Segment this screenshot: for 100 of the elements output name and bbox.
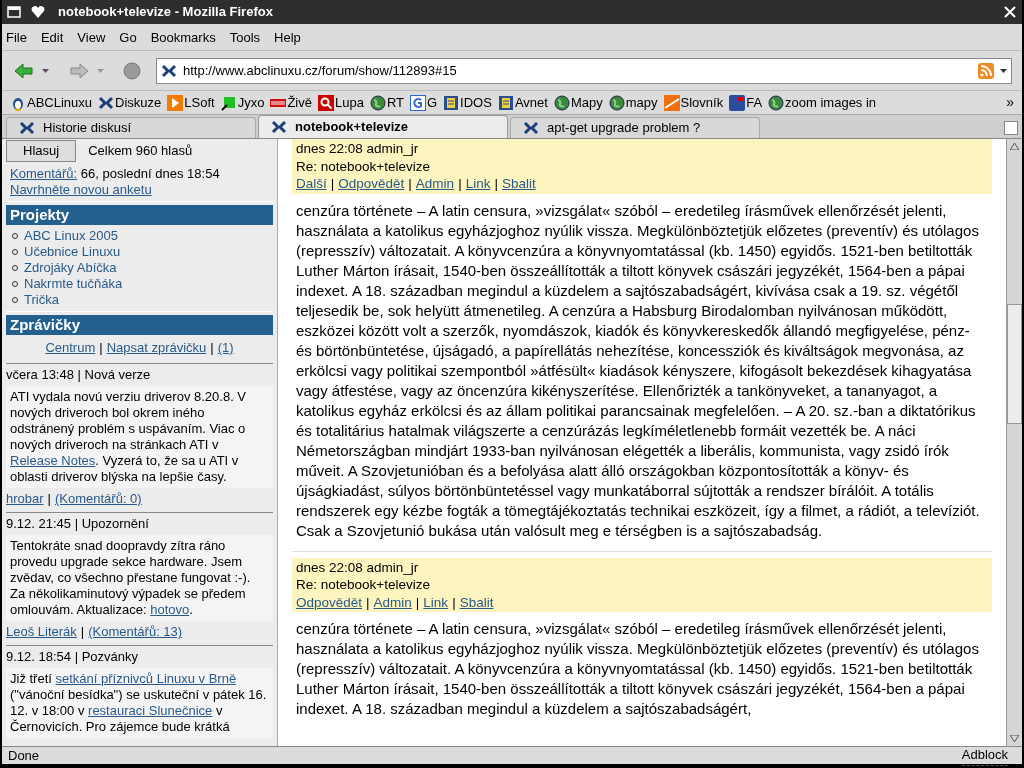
window-title: notebook+televize - Mozilla Firefox <box>58 3 273 22</box>
bookmark-item[interactable]: Jyxo <box>220 92 265 113</box>
post-body: cenzúra története – A latin censura, »vizsgálat« szóból – eredetileg írásművek ellenőrzését jelenti, használata a katolikus egyházjoghoz nyúlik vissza. Megkülönböztetjük előzetes (preventív) és utólagos (represszív) változatait. A könyvcenzúra a könyvnyomtatással (kb. 1450) egyidős. 1521-ben betiltották Luther Márton írásait, 1540-ben összeállították a tiltott könyvek császári jegyzékét, 1564-ben a pápai indexet. A 18. században megindul a küzdelem a sajtószabadságért, kivívása csak a 19. sz. végétől teljesedik be, sok helyütt átmenetileg. A cenzúra a Habsburg Birodalomban nyilvánosan működött, eszközei között volt a szerzők, nyomdászok, kiadók és könyvkereskedők állandó megfigyelése, pénz- és börtönbüntetése, újságadó, a papírellátás nehezítése, koncessziók és kiváltságok megvonása, az erkölcsi vagy politikai szempontból »átfésült« kiadások kényszere, kifogásolt bekezdések kihagyatása vagy átfestése, vagy az öncenzúra kikényszerítése. Ellenőrizték a tankönyveket, a tananyagot, a katolikus egyház erkölcsi és az állam politikai parancsainak megfelelően. – A 20. sz.-ban a diktatórikus és totalitárius hatalmak világszerte a cenzúrázás legkíméletlenebb formáit vezették be. A náci Németországban mindjárt 1933-ban nyilvánosan elégették a liberális, kommunista, vagy zsidó írók műveit. A Szovjetunióban és a befolyása alatt álló országokban központosították a könyv- és újságkiadást, súlyos börtönbüntetéssel vagy munkatáborral sújtották a rendszer bírálóit. A totális rendszerek egy kézbe fogták a tömegtájékoztatás technikai eszközeit, így a filmet, a rádiót, a televíziót. Csak a Szovjetunió bukása után valósult meg e térségben is a sajtószabadság. <box>295 200 981 541</box>
menu-item[interactable]: Go <box>119 28 137 48</box>
project-link[interactable]: Nakrmte tučňáka <box>24 276 123 292</box>
project-link[interactable]: Trička <box>24 292 59 308</box>
close-icon[interactable] <box>1002 4 1018 20</box>
bookmark-item[interactable]: FA <box>729 92 763 113</box>
tab[interactable]: notebook+televize <box>258 115 508 138</box>
menu-item[interactable]: Help <box>274 28 301 48</box>
dropdown-caret-icon[interactable] <box>1000 68 1007 73</box>
post-action-link[interactable]: Odpovědět <box>338 176 405 191</box>
menu-item[interactable]: File <box>6 28 27 48</box>
news-link[interactable]: (1) <box>217 340 234 356</box>
author-link[interactable]: Leoš Literák <box>6 624 77 639</box>
caret-icon[interactable] <box>42 68 49 73</box>
news-header: 9.12. 21:45 | Upozornění <box>6 516 150 532</box>
adblock-label[interactable]: Adblock <box>961 745 1008 766</box>
more-bookmarks-chevron[interactable]: » <box>1006 92 1014 113</box>
logo-icon <box>98 94 115 111</box>
tab[interactable]: apt-get upgrade problem ? <box>510 117 760 138</box>
post-action-link[interactable]: Link <box>423 594 449 610</box>
news-link[interactable]: Napsat zprávičku <box>106 340 207 356</box>
menu-item[interactable]: View <box>77 28 106 48</box>
news-link[interactable]: Centrum <box>45 340 96 356</box>
comments-info: 66, poslední dnes 18:54 <box>80 166 220 181</box>
menu-item[interactable]: Tools <box>229 28 261 48</box>
separator: | <box>210 340 214 356</box>
news-header: včera 13:48 | Nová verze <box>6 367 152 383</box>
suggest-poll-link[interactable]: Navrhněte novou anketu <box>10 182 152 197</box>
scrollbar[interactable] <box>1006 139 1022 746</box>
separator: | <box>99 340 103 356</box>
stop-circle-icon[interactable] <box>122 60 142 81</box>
globe-icon <box>369 94 386 111</box>
post-action-link[interactable]: Admin <box>415 176 455 191</box>
news-header: 9.12. 18:54 | Pozvánky <box>6 649 140 665</box>
news-text-link[interactable]: setkání příznivců Linuxu v Brně <box>55 671 237 686</box>
bookmark-item[interactable]: LSoft <box>167 92 215 113</box>
scroll-up-arrow-icon[interactable] <box>1010 143 1019 150</box>
swoosh-icon <box>663 94 680 111</box>
bookmark-item[interactable]: zoom images in <box>768 92 877 113</box>
separator: | <box>47 491 51 506</box>
g-logo-icon <box>410 94 426 111</box>
tab[interactable]: Historie diskusí <box>6 117 256 138</box>
news-text-link[interactable]: restauraci Slunečnice <box>88 703 213 718</box>
close-tab-button[interactable] <box>1004 121 1018 135</box>
section-header: Projekty <box>6 205 273 225</box>
post-action-link[interactable]: Admin <box>373 594 412 610</box>
section-header: Zprávičky <box>6 315 273 335</box>
bookmark-item[interactable]: mapy <box>608 92 658 113</box>
news-comments-link[interactable]: (Komentářů: 13) <box>88 624 183 639</box>
project-link[interactable]: Zdrojáky Abíčka <box>24 260 117 276</box>
bookmark-item[interactable]: Živě <box>270 92 312 113</box>
bookmark-item[interactable]: Avnet <box>497 92 548 113</box>
post-action-link[interactable]: Sbalit <box>501 176 536 191</box>
post-subject: Re: notebook+televize <box>296 157 431 175</box>
logo-icon <box>271 119 287 135</box>
project-link[interactable]: Učebnice Linuxu <box>24 244 121 260</box>
globe-icon <box>553 94 570 111</box>
separator: | <box>408 176 412 191</box>
window-icon[interactable] <box>6 4 22 20</box>
scroll-down-arrow-icon[interactable] <box>1010 735 1019 742</box>
post-meta: dnes 22:08 admin_jr <box>296 558 420 576</box>
logo-icon <box>161 62 177 79</box>
menu-item[interactable]: Edit <box>40 28 64 48</box>
globe-icon <box>608 94 625 111</box>
bookmark-item[interactable]: IDOS <box>443 92 492 113</box>
post-action-link[interactable]: Sbalit <box>459 594 494 610</box>
bookmark-item[interactable]: Diskuze <box>98 92 162 113</box>
address-field[interactable]: http://www.abclinuxu.cz/forum/show/112893#15 <box>156 57 1012 84</box>
news-text: Tentokráte snad doopravdy zítra ráno provedu upgrade sekce hardware. Jsem zvědav, co všechno přestane fungovat :-). Za několikaminutový výpadek se předem omlouvám. Aktualizace: hotovo. <box>6 535 273 621</box>
news-comments-link[interactable]: (Komentářů: 0) <box>54 491 142 506</box>
bookmark-item[interactable]: RT <box>369 92 404 113</box>
separator: | <box>458 176 462 191</box>
author-link[interactable]: hrobar <box>6 491 44 506</box>
scroll-thumb[interactable] <box>1007 304 1022 424</box>
post-action-link[interactable]: Další <box>296 176 327 191</box>
project-link[interactable]: ABC Linux 2005 <box>24 228 118 244</box>
heart-icon[interactable] <box>30 4 46 20</box>
news-text: Již třetí setkání příznivců Linuxu v Brně ("vánoční besídka") se uskuteční v pátek 16. 12. v 18:00 v restauraci Slunečnice v Černovicích. Pro zájemce bude krátká <box>6 668 273 738</box>
separator: | <box>80 624 85 639</box>
vote-button[interactable]: Hlasuj <box>6 140 77 162</box>
bookmark-item[interactable]: Mapy <box>553 92 603 113</box>
logo-icon <box>523 120 539 136</box>
comments-link[interactable]: Komentářů: <box>10 166 78 181</box>
document-icon <box>497 94 514 111</box>
bookmark-item[interactable]: G <box>410 92 438 113</box>
vote-total: Celkem 960 hlasů <box>88 143 193 159</box>
post-meta: dnes 22:08 admin_jr <box>296 140 420 158</box>
bookmark-item[interactable]: ABCLinuxu <box>10 92 93 113</box>
feed-icon[interactable] <box>978 62 994 79</box>
document-icon <box>443 94 460 111</box>
status-text: Done <box>8 746 40 765</box>
post-action-link[interactable]: Odpovědět <box>296 594 363 610</box>
menu-item[interactable]: Bookmarks <box>150 28 216 48</box>
bookmark-item[interactable]: Slovník <box>663 92 724 113</box>
magnifier-icon <box>317 94 334 111</box>
separator: | <box>366 594 370 610</box>
bookmark-item[interactable]: Lupa <box>317 92 364 113</box>
post-action-link[interactable]: Link <box>465 176 491 191</box>
